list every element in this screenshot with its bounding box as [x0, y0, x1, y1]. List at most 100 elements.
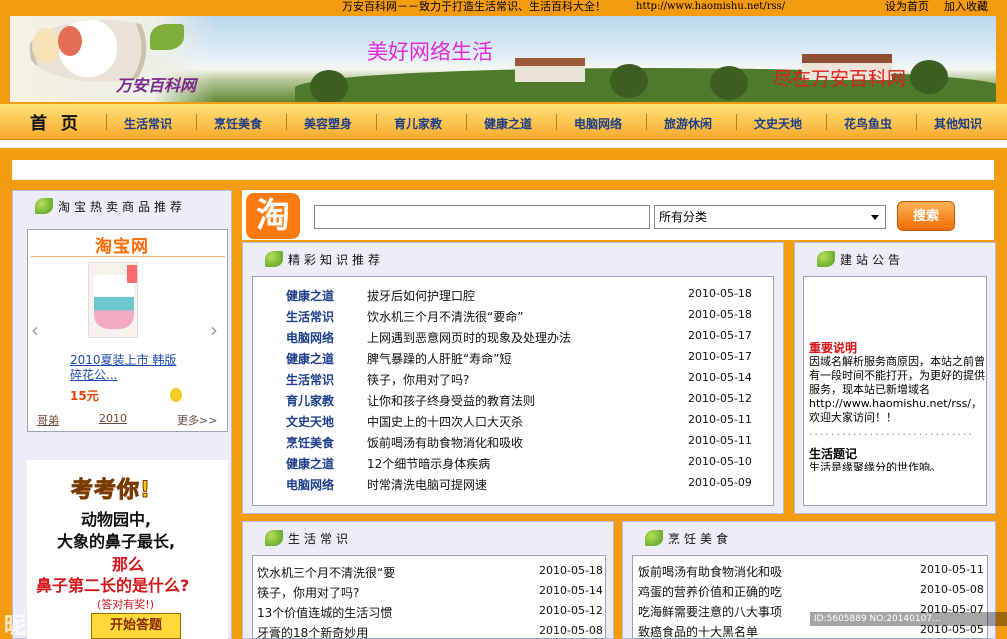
year-link[interactable]: 2010 [99, 412, 127, 425]
notice-heading: 重要说明 [809, 341, 858, 355]
leaf-icon [645, 530, 663, 546]
cooking-title-link[interactable]: 致癌食品的十大黑名单 [638, 623, 758, 639]
search-input[interactable] [314, 205, 650, 229]
featured-title-link[interactable]: 脾气暴躁的人肝脏“寿命”短 [367, 350, 511, 367]
featured-row[interactable]: 生活常识 饮水机三个月不清洗很“要命” 2010-05-18 [286, 308, 756, 329]
nav-item-beauty[interactable]: 美容塑身 [304, 115, 352, 132]
featured-row[interactable]: 育儿家教 让你和孩子终身受益的教育法则 2010-05-12 [286, 392, 756, 413]
taobao-divider [31, 256, 225, 257]
cooking-title-link[interactable]: 饭前喝汤有助食物消化和吸 [638, 563, 782, 580]
cooking-row[interactable]: 饭前喝汤有助食物消化和吸 2010-05-11 [638, 563, 984, 584]
cooking-title-link[interactable]: 吃海鲜需要注意的八大事项 [638, 603, 782, 620]
life-row[interactable]: 饮水机三个月不清洗很“要 2010-05-18 [257, 564, 603, 585]
featured-date: 2010-05-11 [688, 413, 752, 426]
life-row[interactable]: 13个价值连城的生活习惯 2010-05-12 [257, 604, 603, 625]
watermark-logo: 昵享网 [4, 614, 74, 639]
watermark-id: ID:5605889 NO:20140107... [810, 612, 1007, 626]
featured-title-link[interactable]: 时常清洗电脑可提网速 [367, 476, 487, 493]
featured-date: 2010-05-17 [688, 350, 752, 363]
taobao-search-icon: 淘 [246, 193, 300, 239]
shop-link[interactable]: 哥弟 [37, 412, 59, 428]
featured-title-link[interactable]: 12个细节暗示身体疾病 [367, 455, 490, 472]
product-title-link[interactable]: 2010夏装上市 韩版 碎花公... [70, 353, 180, 383]
featured-category-link[interactable]: 健康之道 [286, 455, 334, 472]
featured-row[interactable]: 生活常识 筷子，你用对了吗? 2010-05-14 [286, 371, 756, 392]
life-title-link[interactable]: 13个价值连城的生活习惯 [257, 604, 392, 621]
prev-arrow-icon[interactable]: ‹ [31, 318, 39, 342]
featured-category-link[interactable]: 文史天地 [286, 413, 334, 430]
featured-title-link[interactable]: 饭前喝汤有助食物消化和吸收 [367, 434, 523, 451]
featured-category-link[interactable]: 健康之道 [286, 287, 334, 304]
featured-row[interactable]: 烹饪美食 饭前喝汤有助食物消化和吸收 2010-05-11 [286, 434, 756, 455]
featured-title-link[interactable]: 拔牙后如何护理口腔 [367, 287, 475, 304]
featured-date: 2010-05-11 [688, 434, 752, 447]
life-panel-title: 生活常识 [288, 532, 353, 546]
life-row[interactable]: 筷子，你用对了吗? 2010-05-14 [257, 584, 603, 605]
featured-title-link[interactable]: 上网遇到恶意网页时的现象及处理办法 [367, 329, 571, 346]
tomato-icon [58, 26, 82, 56]
featured-date: 2010-05-17 [688, 329, 752, 342]
search-button[interactable]: 搜索 [897, 201, 955, 231]
featured-row[interactable]: 健康之道 脾气暴躁的人肝脏“寿命”短 2010-05-17 [286, 350, 756, 371]
house-icon [515, 58, 585, 82]
featured-row[interactable]: 文史天地 中国史上的十四次人口大灭杀 2010-05-11 [286, 413, 756, 434]
nav-item-history[interactable]: 文史天地 [754, 115, 802, 132]
nav-item-cooking[interactable]: 烹饪美食 [214, 115, 262, 132]
featured-category-link[interactable]: 生活常识 [286, 308, 334, 325]
rss-link[interactable]: http://www.haomishu.net/rss/ [636, 0, 785, 13]
site-slogan: 万安百科网－－致力于打造生活常识、生活百科大全！ [342, 0, 606, 13]
nav-item-other[interactable]: 其他知识 [934, 115, 982, 132]
category-select-value: 所有分类 [659, 210, 708, 224]
category-select[interactable]: 所有分类 [654, 205, 886, 229]
ad-line: 大象的鼻子最长, [57, 532, 176, 551]
nav-item-life[interactable]: 生活常识 [124, 115, 172, 132]
nav-home[interactable]: 首 页 [30, 109, 82, 134]
featured-title-link[interactable]: 让你和孩子终身受益的教育法则 [367, 392, 535, 409]
featured-category-link[interactable]: 电脑网络 [286, 476, 334, 493]
nav-item-pets[interactable]: 花鸟鱼虫 [844, 115, 892, 132]
featured-category-link[interactable]: 生活常识 [286, 371, 334, 388]
nav-item-health[interactable]: 健康之道 [484, 115, 532, 132]
nav-divider [736, 114, 737, 130]
featured-category-link[interactable]: 烹饪美食 [286, 434, 334, 451]
featured-date: 2010-05-14 [688, 371, 752, 384]
nav-item-parenting[interactable]: 育儿家教 [394, 115, 442, 132]
tree-icon [710, 66, 748, 100]
nav-divider [646, 114, 647, 130]
notice-heading-2: 生活题记 [809, 447, 858, 461]
featured-category-link[interactable]: 育儿家教 [286, 392, 334, 409]
add-favorite-link[interactable]: 加入收藏 [944, 0, 988, 13]
life-title-link[interactable]: 饮水机三个月不清洗很“要 [257, 564, 395, 581]
featured-category-link[interactable]: 电脑网络 [286, 329, 334, 346]
set-home-link[interactable]: 设为首页 [885, 0, 929, 13]
featured-title-link[interactable]: 中国史上的十四次人口大灭杀 [367, 413, 523, 430]
leaf-icon [817, 251, 835, 267]
nav-item-computer[interactable]: 电脑网络 [574, 115, 622, 132]
notice-panel-title: 建站公告 [840, 253, 905, 267]
featured-row[interactable]: 电脑网络 时常清洗电脑可提网速 2010-05-09 [286, 476, 756, 497]
featured-row[interactable]: 电脑网络 上网遇到恶意网页时的现象及处理办法 2010-05-17 [286, 329, 756, 350]
chevron-down-icon [871, 215, 879, 220]
nav-divider [286, 114, 287, 130]
next-arrow-icon[interactable]: › [210, 318, 218, 342]
cooking-row[interactable]: 鸡蛋的营养价值和正确的吃 2010-05-08 [638, 583, 984, 604]
life-title-link[interactable]: 牙膏的18个新奇妙用 [257, 624, 368, 639]
featured-title-link[interactable]: 筷子，你用对了吗? [367, 371, 469, 388]
nav-item-travel[interactable]: 旅游休闲 [664, 115, 712, 132]
featured-row[interactable]: 健康之道 拔牙后如何护理口腔 2010-05-18 [286, 287, 756, 308]
life-row[interactable]: 牙膏的18个新奇妙用 2010-05-08 [257, 624, 603, 639]
featured-title-link[interactable]: 饮水机三个月不清洗很“要命” [367, 308, 523, 325]
taobao-logo[interactable]: 淘宝网 [95, 232, 149, 257]
more-link[interactable]: 更多>> [177, 412, 217, 428]
banner-brand: 万安百科网 [116, 76, 197, 95]
banner-slogan: 尽在万安百科网 [773, 68, 907, 90]
header-banner: 万安百科网 美好网络生活 尽在万安百科网 [10, 16, 996, 102]
start-quiz-button[interactable]: 开始答题 [91, 613, 181, 639]
featured-category-link[interactable]: 健康之道 [286, 350, 334, 367]
life-title-link[interactable]: 筷子，你用对了吗? [257, 584, 359, 601]
featured-row[interactable]: 健康之道 12个细节暗示身体疾病 2010-05-10 [286, 455, 756, 476]
life-date: 2010-05-12 [539, 604, 603, 617]
product-image[interactable] [88, 262, 138, 338]
cooking-title-link[interactable]: 鸡蛋的营养价值和正确的吃 [638, 583, 782, 600]
ad-note: (答对有奖!) [97, 598, 154, 611]
